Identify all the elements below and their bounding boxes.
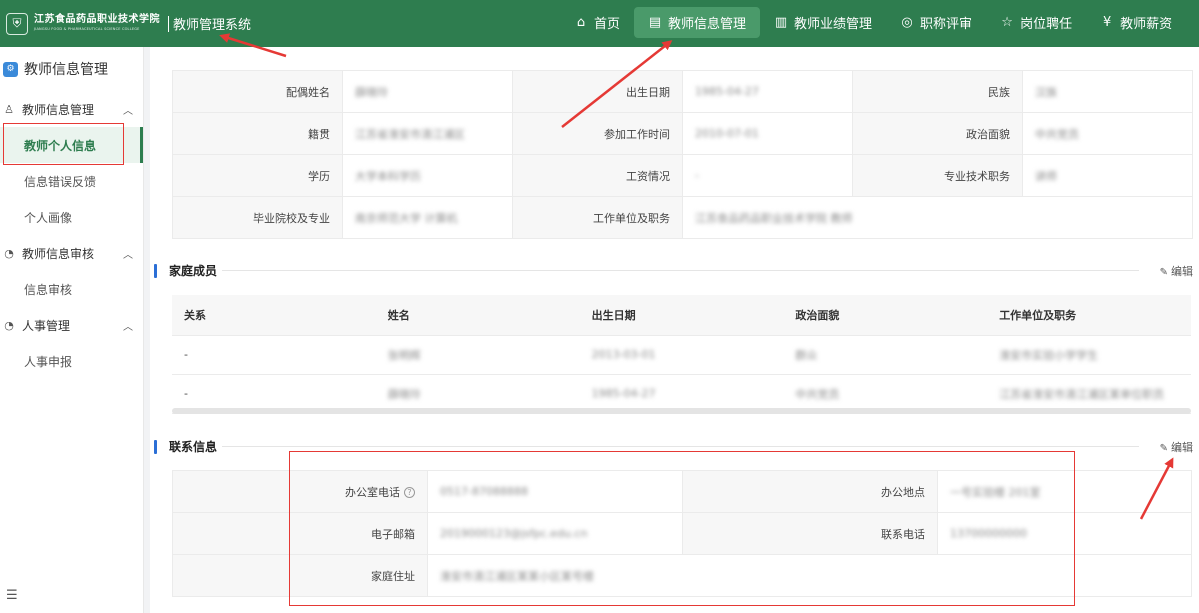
sidebar-item-info-review[interactable]: 信息审核 — [0, 271, 143, 307]
top-nav: ⌂ 首页 ▤ 教师信息管理 ▥ 教师业绩管理 ◎ 职称评审 ☆ 岗位聘任 ¥ 教… — [560, 7, 1186, 38]
section-divider — [222, 270, 1139, 271]
basic-info-table: 配偶姓名 薛晓玲 出生日期 1985-04-27 民族 汉族 籍贯 江苏省淮安市… — [172, 70, 1193, 239]
sidebar-title: 教师信息管理 — [24, 62, 108, 78]
sidebar-group-info-review[interactable]: ◔ 教师信息审核 ︿ — [0, 235, 143, 271]
sidebar-item-hr-declaration[interactable]: 人事申报 — [0, 343, 143, 379]
home-icon: ⌂ — [576, 15, 586, 30]
table-row: 毕业院校及专业 南京师范大学 计算机 工作单位及职务 江苏食品药品职业技术学院 … — [172, 196, 1193, 239]
collapse-menu-icon[interactable]: ☰ — [6, 588, 18, 603]
chevron-up-icon: ︿ — [123, 105, 133, 117]
pencil-icon: ✎ — [1159, 267, 1168, 278]
annotation-box-contact — [289, 451, 1075, 606]
sidebar-group-hr[interactable]: ◔ 人事管理 ︿ — [0, 307, 143, 343]
pencil-icon: ✎ — [1159, 443, 1168, 454]
nav-post-appointment[interactable]: ☆ 岗位聘任 — [986, 7, 1086, 38]
sidebar-header: ⚙ 教师信息管理 — [0, 47, 143, 91]
sidebar-item-personal-portrait[interactable]: 个人画像 — [0, 199, 143, 235]
settings-badge-icon: ⚙ — [3, 61, 18, 77]
horizontal-scrollbar[interactable] — [172, 408, 1191, 414]
bar-chart-icon: ▥ — [774, 15, 788, 30]
family-table: 关系 姓名 出生日期 政治面貌 工作单位及职务 - 张明辉 2013-03-01… — [172, 295, 1191, 414]
gauge-icon: ◔ — [4, 246, 14, 260]
edit-contact-button[interactable]: ✎ 编辑 — [1160, 439, 1193, 455]
sidebar-item-error-feedback[interactable]: 信息错误反馈 — [0, 163, 143, 199]
section-marker — [154, 439, 157, 454]
annotation-box-sidebar — [3, 123, 124, 165]
logo-english-name: JIANGSU FOOD & PHARMACEUTICAL SCIENCE CO… — [34, 27, 140, 32]
section-marker — [154, 263, 157, 278]
table-row: 学历 大学本科学历 工资情况 - 专业技术职务 讲师 — [172, 154, 1193, 197]
nav-teacher-salary[interactable]: ¥ 教师薪资 — [1086, 7, 1186, 38]
college-logo: ⛨ 江苏食品药品职业技术学院 JIANGSU FOOD & PHARMACEUT… — [0, 0, 160, 47]
nav-title-review[interactable]: ◎ 职称评审 — [886, 7, 986, 38]
medal-icon: ◎ — [901, 15, 913, 30]
section-title-family: 家庭成员 — [154, 262, 217, 279]
edit-family-button[interactable]: ✎ 编辑 — [1160, 263, 1193, 279]
shield-logo-icon: ⛨ — [6, 12, 28, 35]
system-title: 教师管理系统 — [173, 18, 252, 33]
chevron-up-icon: ︿ — [123, 321, 133, 333]
title-divider — [168, 15, 169, 32]
top-header: ⛨ 江苏食品药品职业技术学院 JIANGSU FOOD & PHARMACEUT… — [0, 0, 1199, 47]
table-row: - 张明辉 2013-03-01 群众 淮安市实验小学学生 — [172, 335, 1191, 375]
logo-chinese-name: 江苏食品药品职业技术学院 — [34, 14, 160, 26]
section-title-contact: 联系信息 — [154, 438, 217, 455]
yuan-icon: ¥ — [1102, 15, 1112, 30]
nav-home[interactable]: ⌂ 首页 — [560, 7, 634, 38]
sidebar-group-teacher-info[interactable]: ♙ 教师信息管理 ︿ — [0, 91, 143, 127]
table-row: 籍贯 江苏省淮安市清江浦区 参加工作时间 2010-07-01 政治面貌 中共党… — [172, 112, 1193, 155]
nav-teacher-info[interactable]: ▤ 教师信息管理 — [634, 7, 761, 38]
table-row: 配偶姓名 薛晓玲 出生日期 1985-04-27 民族 汉族 — [172, 70, 1193, 113]
gauge-icon: ◔ — [4, 318, 14, 332]
nav-teacher-performance[interactable]: ▥ 教师业绩管理 — [760, 7, 886, 38]
star-icon: ☆ — [1001, 15, 1013, 30]
section-divider — [222, 446, 1139, 447]
document-icon: ▤ — [648, 15, 662, 30]
user-icon: ♙ — [4, 102, 14, 116]
chevron-up-icon: ︿ — [123, 249, 133, 261]
table-header-row: 关系 姓名 出生日期 政治面貌 工作单位及职务 — [172, 295, 1191, 336]
